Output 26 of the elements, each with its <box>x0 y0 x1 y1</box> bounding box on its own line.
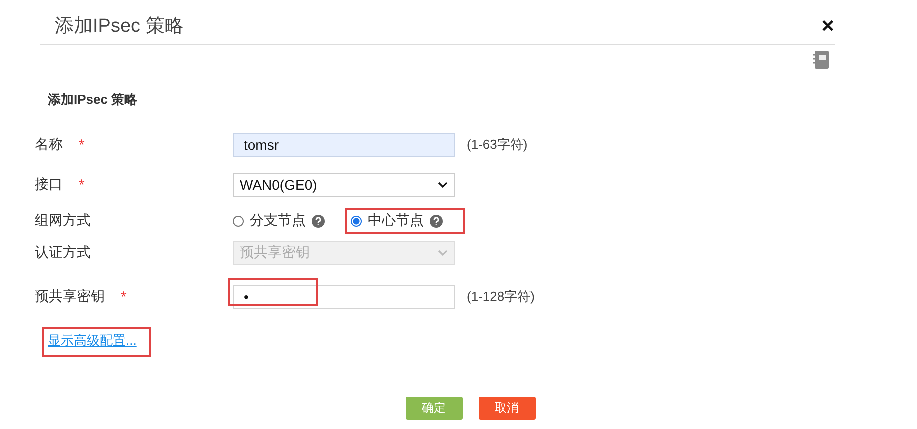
close-button[interactable]: ✕ <box>821 16 835 36</box>
radio-button[interactable] <box>351 216 362 226</box>
chevron-icon[interactable] <box>438 182 448 188</box>
hint-text: (1-128字符) <box>467 288 535 306</box>
required-mark: * <box>79 136 85 154</box>
field-label: 接口 <box>35 176 63 194</box>
radio-button[interactable] <box>233 216 244 226</box>
radio-label[interactable]: 中心节点 <box>368 212 424 230</box>
field-label: 组网方式 <box>35 212 91 230</box>
input-field[interactable]: • <box>233 285 455 309</box>
radio-label[interactable]: 分支节点 <box>250 212 306 230</box>
advanced-settings-link[interactable]: 显示高级配置... <box>42 327 151 357</box>
field-label: 认证方式 <box>35 244 91 262</box>
hint-text: (1-63字符) <box>467 136 528 154</box>
field-label: 名称 <box>35 136 63 154</box>
required-mark: * <box>121 288 127 306</box>
field-label: 预共享密钥 <box>35 288 105 306</box>
input-field[interactable]: tomsr <box>233 133 455 157</box>
notebook-icon[interactable] <box>813 51 829 69</box>
help-icon[interactable] <box>312 214 325 228</box>
dialog-title: 添加IPsec 策略 <box>55 15 184 39</box>
section-title: 添加IPsec 策略 <box>48 91 139 109</box>
dropdown[interactable]: WAN0(GE0) <box>233 173 455 197</box>
help-icon[interactable] <box>430 214 443 228</box>
required-mark: * <box>79 176 85 194</box>
radio-option[interactable]: 分支节点 <box>227 208 347 234</box>
